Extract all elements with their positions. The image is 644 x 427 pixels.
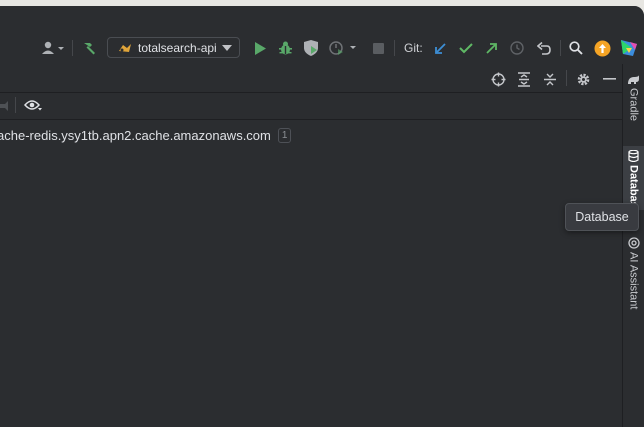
stripe-label-ai-assistant: AI Assistant [627,252,640,310]
database-icon [628,150,639,162]
build-button[interactable] [79,37,99,59]
toolbar-separator [560,40,561,56]
chevron-down-icon [222,45,232,51]
debug-icon [278,41,292,54]
search-button[interactable] [567,37,585,59]
minimize-icon [602,77,616,80]
git-commit-icon [459,43,473,54]
settings-button[interactable] [574,70,592,88]
run-config-icon [119,43,131,52]
rollback-button[interactable] [535,37,553,59]
run-config-label: totalsearch-api [138,40,217,55]
profile-button[interactable] [327,37,359,59]
coverage-button[interactable] [300,37,322,59]
expand-all-icon [518,71,530,87]
stripe-item-ai-assistant[interactable]: AI Assistant [623,237,644,327]
header-separator [566,70,567,86]
coverage-icon [304,40,318,56]
pin-icon [0,101,8,111]
user-icon [42,41,64,54]
collapse-all-button[interactable] [541,70,559,88]
hide-button[interactable] [600,70,618,88]
locate-icon [491,72,505,86]
main-toolbar: totalsearch-api Git: [0,6,644,65]
run-button[interactable] [250,37,270,59]
database-tooltip: Database [565,203,639,231]
stop-button[interactable] [369,37,387,59]
history-button[interactable] [508,37,526,59]
gradle-icon [628,75,639,84]
toolbar-separator [72,40,73,56]
eye-icon [24,100,42,111]
stripe-item-database[interactable]: Databas [623,146,644,210]
view-options-button[interactable] [24,96,42,114]
toolbar-separator [394,40,395,56]
git-update-button[interactable] [431,37,449,59]
count-badge: 1 [277,127,292,143]
locate-button[interactable] [489,70,507,88]
stripe-label-gradle: Gradle [627,88,640,122]
run-configuration-selector[interactable]: totalsearch-api [107,37,240,58]
ai-assistant-icon [627,237,640,249]
user-menu-button[interactable] [39,37,67,59]
toolbar-separator [15,97,16,113]
jetbrains-logo-icon [621,40,637,56]
git-push-icon [485,42,497,54]
debug-button[interactable] [275,37,295,59]
search-icon [569,41,583,55]
tool-window-header [0,64,622,93]
git-label: Git: [404,41,423,55]
run-icon [255,41,266,55]
ide-update-button[interactable] [593,37,611,59]
build-hammer-icon [84,43,95,55]
right-tool-stripe: Gradle Databas AI Assistant [622,64,644,427]
pin-button[interactable] [0,97,12,115]
collapse-all-icon [544,73,556,85]
history-icon [510,41,524,55]
expand-all-button[interactable] [515,70,533,88]
git-commit-button[interactable] [457,37,475,59]
update-icon [594,40,610,56]
tool-window-toolbar [0,92,622,120]
rollback-icon [537,41,551,55]
profile-icon [329,41,356,55]
data-source-label: ache-redis.ysy1tb.apn2.cache.amazonaws.c… [0,127,271,143]
git-push-button[interactable] [482,37,500,59]
jetbrains-ai-button[interactable] [619,37,639,59]
stop-icon [372,42,384,54]
ide-window: totalsearch-api Git: ache-redis.ysy1tb.a… [0,6,644,427]
database-tool-window: ache-redis.ysy1tb.apn2.cache.amazonaws.c… [0,64,622,427]
git-update-icon [434,42,446,54]
stripe-item-gradle[interactable]: Gradle [623,74,644,136]
stripe-label-database: Databas [627,165,640,208]
gear-icon [577,73,589,85]
tree-item-data-source[interactable]: ache-redis.ysy1tb.apn2.cache.amazonaws.c… [0,126,292,144]
